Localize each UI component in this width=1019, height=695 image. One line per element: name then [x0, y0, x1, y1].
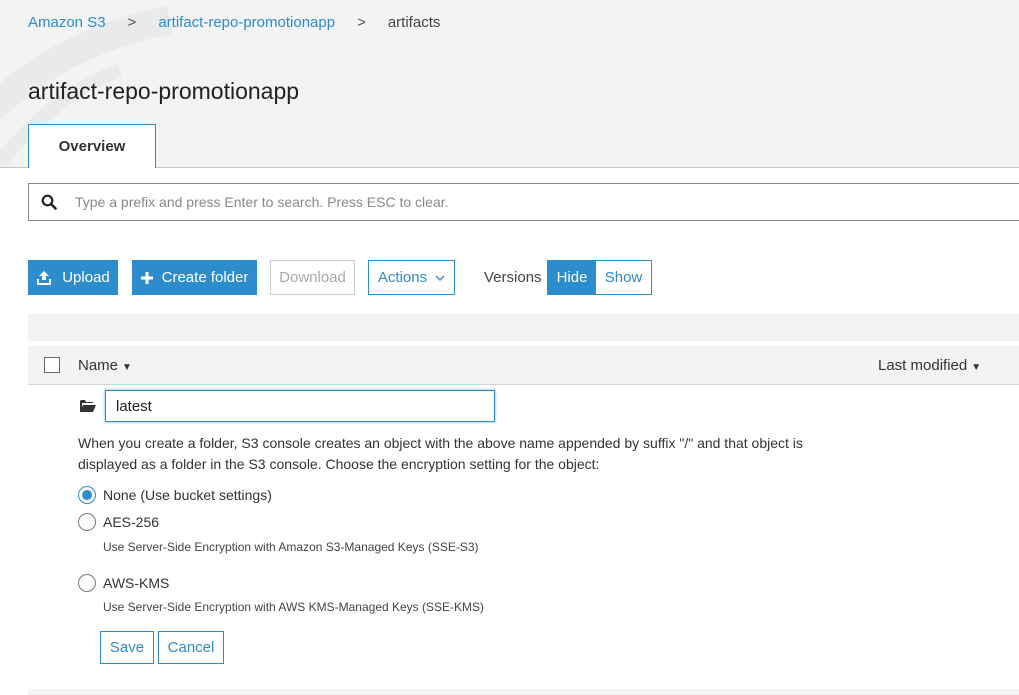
select-all-checkbox[interactable] [44, 357, 60, 373]
encryption-option-none[interactable]: None (Use bucket settings) [78, 486, 272, 504]
folder-description: When you create a folder, S3 console cre… [78, 435, 803, 472]
cancel-button[interactable]: Cancel [158, 631, 224, 664]
upload-button[interactable]: Upload [28, 260, 118, 295]
encryption-option-awskms-hint: Use Server-Side Encryption with AWS KMS-… [103, 600, 485, 614]
create-folder-button-label: Create folder [161, 269, 249, 286]
encryption-option-awskms-label: AWS-KMS [103, 575, 170, 591]
actions-dropdown-button[interactable]: Actions [368, 260, 455, 295]
caret-down-icon: ▼ [971, 361, 982, 373]
caret-down-icon: ▼ [122, 361, 132, 373]
create-folder-button[interactable]: Create folder [132, 260, 257, 295]
encryption-option-aes256[interactable]: AES-256 [78, 513, 159, 531]
table-header: Name ▼ Last modified ▼ [28, 346, 1019, 385]
encryption-option-none-label: None (Use bucket settings) [103, 487, 272, 503]
breadcrumb-separator: > [127, 14, 137, 31]
breadcrumb-root-link[interactable]: Amazon S3 [28, 14, 106, 31]
main-content: Upload Create folder Download Actions Ve… [0, 168, 1019, 695]
save-button-label: Save [109, 639, 145, 656]
table-top-strip [28, 314, 1019, 341]
versions-label: Versions [484, 269, 542, 286]
tab-overview-label: Overview [58, 138, 126, 155]
tab-overview[interactable]: Overview [28, 124, 156, 168]
cancel-button-label: Cancel [167, 639, 215, 656]
save-button[interactable]: Save [100, 631, 154, 664]
download-button-label: Download [279, 269, 346, 286]
search-icon [41, 194, 57, 210]
versions-toggle: Hide Show [547, 260, 652, 295]
folder-open-icon [80, 400, 96, 412]
encryption-option-aes256-label: AES-256 [103, 514, 160, 530]
breadcrumb: Amazon S3 > artifact-repo-promotionapp >… [28, 14, 440, 31]
column-header-name[interactable]: Name ▼ [78, 357, 132, 374]
versions-hide-button[interactable]: Hide [548, 261, 596, 294]
breadcrumb-bucket-link[interactable]: artifact-repo-promotionapp [158, 14, 335, 31]
breadcrumb-separator: > [357, 14, 366, 31]
versions-show-button[interactable]: Show [596, 261, 651, 294]
folder-name-input[interactable] [105, 390, 495, 422]
breadcrumb-current: artifacts [387, 14, 441, 31]
column-header-name-label: Name [78, 356, 119, 374]
column-header-last-modified-label: Last modified [878, 356, 968, 374]
upload-button-label: Upload [62, 269, 110, 286]
actions-button-label: Actions [377, 269, 428, 286]
download-button[interactable]: Download [270, 260, 355, 295]
radio-aes256[interactable] [78, 513, 96, 531]
search-bar [28, 183, 1019, 221]
radio-awskms[interactable] [78, 574, 96, 592]
plus-icon [140, 271, 153, 284]
page-title: artifact-repo-promotionapp [28, 78, 300, 104]
encryption-option-aes256-hint: Use Server-Side Encryption with Amazon S… [103, 540, 479, 554]
chevron-down-icon [435, 275, 445, 281]
upload-icon [37, 270, 52, 285]
search-input[interactable] [73, 193, 957, 211]
radio-none[interactable] [78, 486, 96, 504]
new-folder-row [80, 390, 495, 422]
column-header-last-modified[interactable]: Last modified ▼ [878, 357, 981, 374]
table-bottom-border [28, 689, 1019, 695]
encryption-option-awskms[interactable]: AWS-KMS [78, 574, 169, 592]
